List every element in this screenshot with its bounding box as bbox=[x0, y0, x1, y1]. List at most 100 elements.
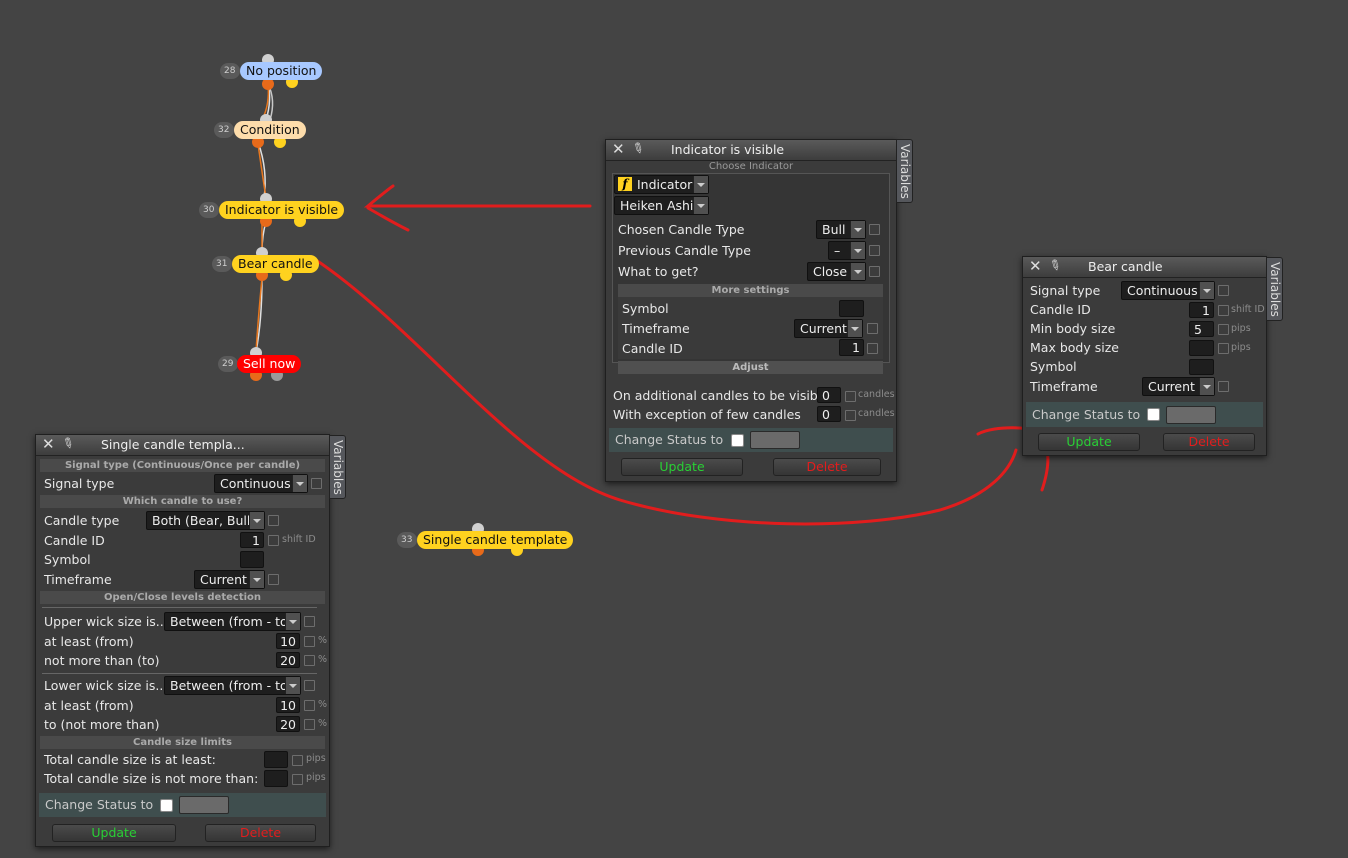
lower-least-input[interactable]: 10 bbox=[276, 697, 300, 713]
close-icon[interactable]: ✕ bbox=[1029, 259, 1042, 274]
variables-tab[interactable]: Variables bbox=[896, 139, 913, 203]
chosen-candle-type-checkbox[interactable] bbox=[869, 224, 880, 235]
node-number: 32 bbox=[214, 122, 235, 138]
signal-type-select[interactable]: Continuous bbox=[1121, 281, 1215, 300]
timeframe-checkbox[interactable] bbox=[268, 574, 279, 585]
chevron-down-icon bbox=[850, 221, 865, 238]
min-body-input[interactable]: 5 bbox=[1189, 321, 1214, 337]
delete-button[interactable]: Delete bbox=[205, 824, 316, 842]
symbol-input[interactable] bbox=[240, 551, 264, 568]
total-more-checkbox[interactable] bbox=[292, 774, 303, 785]
candle-type-select[interactable]: Both (Bear, Bull) bbox=[146, 511, 265, 530]
variables-tab[interactable]: Variables bbox=[329, 435, 346, 499]
select-value: Between (from - to) bbox=[170, 678, 293, 693]
pin-icon[interactable]: ✎ bbox=[629, 139, 647, 159]
what-to-get-select[interactable]: Close bbox=[807, 262, 866, 281]
chevron-down-icon bbox=[850, 242, 865, 259]
exception-candles-checkbox[interactable] bbox=[845, 410, 856, 421]
total-least-input[interactable] bbox=[264, 751, 288, 768]
pin-icon[interactable]: ✎ bbox=[59, 434, 77, 454]
close-icon[interactable]: ✕ bbox=[42, 437, 55, 452]
min-body-checkbox[interactable] bbox=[1218, 324, 1229, 335]
previous-candle-type-checkbox[interactable] bbox=[869, 245, 880, 256]
previous-candle-type-select[interactable]: – bbox=[828, 241, 866, 260]
indicator-name-select[interactable]: Heiken Ashi bbox=[614, 196, 709, 215]
update-button[interactable]: Update bbox=[621, 458, 743, 476]
panel-titlebar[interactable]: ✕ ✎ Single candle templa... bbox=[36, 434, 329, 456]
timeframe-select[interactable]: Current bbox=[1142, 377, 1215, 396]
upper-more-checkbox[interactable] bbox=[304, 655, 315, 666]
lower-more-checkbox[interactable] bbox=[304, 719, 315, 730]
signal-type-label: Signal type bbox=[44, 476, 115, 491]
change-status-input[interactable] bbox=[750, 431, 800, 449]
percent-unit: % bbox=[318, 635, 328, 646]
timeframe-label: Timeframe bbox=[1030, 379, 1098, 394]
upper-more-label: not more than (to) bbox=[44, 653, 160, 668]
candle-id-input[interactable]: 1 bbox=[240, 532, 264, 548]
candle-id-label: Candle ID bbox=[1030, 302, 1091, 317]
exception-candles-input[interactable]: 0 bbox=[817, 406, 841, 422]
change-status-label: Change Status to bbox=[615, 432, 724, 447]
lower-wick-select[interactable]: Between (from - to) bbox=[164, 676, 301, 695]
change-status-checkbox[interactable] bbox=[731, 434, 744, 447]
upper-more-input[interactable]: 20 bbox=[276, 652, 300, 668]
timeframe-checkbox[interactable] bbox=[867, 323, 878, 334]
candle-id-input[interactable]: 1 bbox=[839, 339, 864, 356]
chevron-down-icon bbox=[847, 320, 862, 337]
candle-type-checkbox[interactable] bbox=[268, 515, 279, 526]
indicator-type-select[interactable]: f Indicator bbox=[614, 175, 709, 194]
timeframe-select[interactable]: Current bbox=[794, 319, 863, 338]
symbol-input[interactable] bbox=[839, 300, 864, 317]
variables-tab[interactable]: Variables bbox=[1266, 257, 1283, 321]
signal-type-checkbox[interactable] bbox=[311, 478, 322, 489]
more-settings-header[interactable]: More settings bbox=[618, 284, 883, 297]
pin-icon[interactable]: ✎ bbox=[1046, 256, 1064, 276]
panel-titlebar[interactable]: ✕ ✎ Indicator is visible bbox=[606, 139, 896, 161]
upper-least-input[interactable]: 10 bbox=[276, 633, 300, 649]
candle-id-input[interactable]: 1 bbox=[1189, 302, 1214, 318]
change-status-checkbox[interactable] bbox=[1147, 408, 1160, 421]
adjust-header[interactable]: Adjust bbox=[618, 361, 883, 374]
delete-button[interactable]: Delete bbox=[1163, 433, 1255, 451]
lower-more-input[interactable]: 20 bbox=[276, 716, 300, 732]
max-body-checkbox[interactable] bbox=[1218, 343, 1229, 354]
update-button[interactable]: Update bbox=[1038, 433, 1140, 451]
percent-unit: % bbox=[318, 654, 328, 665]
candle-id-checkbox[interactable] bbox=[268, 535, 279, 546]
what-to-get-checkbox[interactable] bbox=[869, 266, 880, 277]
select-value: Continuous bbox=[1127, 283, 1198, 298]
lower-least-checkbox[interactable] bbox=[304, 700, 315, 711]
timeframe-select[interactable]: Current bbox=[194, 570, 265, 589]
timeframe-checkbox[interactable] bbox=[1218, 381, 1229, 392]
upper-wick-select[interactable]: Between (from - to) bbox=[164, 612, 301, 631]
total-least-checkbox[interactable] bbox=[292, 755, 303, 766]
symbol-input[interactable] bbox=[1189, 359, 1214, 375]
delete-button[interactable]: Delete bbox=[773, 458, 881, 476]
max-body-input[interactable] bbox=[1189, 340, 1214, 356]
upper-least-checkbox[interactable] bbox=[304, 636, 315, 647]
candle-id-checkbox[interactable] bbox=[867, 343, 878, 354]
upper-wick-checkbox[interactable] bbox=[304, 616, 315, 627]
change-status-checkbox[interactable] bbox=[160, 799, 173, 812]
chosen-candle-type-select[interactable]: Bull bbox=[816, 220, 866, 239]
total-more-input[interactable] bbox=[264, 770, 288, 787]
pips-unit: pips bbox=[306, 753, 326, 764]
pips-unit: pips bbox=[306, 772, 326, 783]
panel-titlebar[interactable]: ✕ ✎ Bear candle bbox=[1023, 256, 1266, 278]
additional-candles-input[interactable]: 0 bbox=[817, 387, 841, 403]
panel-title: Single candle templa... bbox=[101, 437, 245, 452]
signal-type-checkbox[interactable] bbox=[1218, 285, 1229, 296]
change-status-input[interactable] bbox=[1166, 406, 1216, 424]
update-button[interactable]: Update bbox=[52, 824, 176, 842]
lower-least-label: at least (from) bbox=[44, 698, 134, 713]
chevron-down-icon bbox=[249, 512, 264, 529]
panel-title: Bear candle bbox=[1088, 259, 1163, 274]
close-icon[interactable]: ✕ bbox=[612, 142, 625, 157]
candle-id-checkbox[interactable] bbox=[1218, 305, 1229, 316]
lower-wick-checkbox[interactable] bbox=[304, 680, 315, 691]
chevron-down-icon bbox=[1199, 282, 1214, 299]
select-value: Current bbox=[1148, 379, 1195, 394]
signal-type-select[interactable]: Continuous bbox=[214, 474, 308, 493]
change-status-input[interactable] bbox=[179, 796, 229, 814]
additional-candles-checkbox[interactable] bbox=[845, 391, 856, 402]
